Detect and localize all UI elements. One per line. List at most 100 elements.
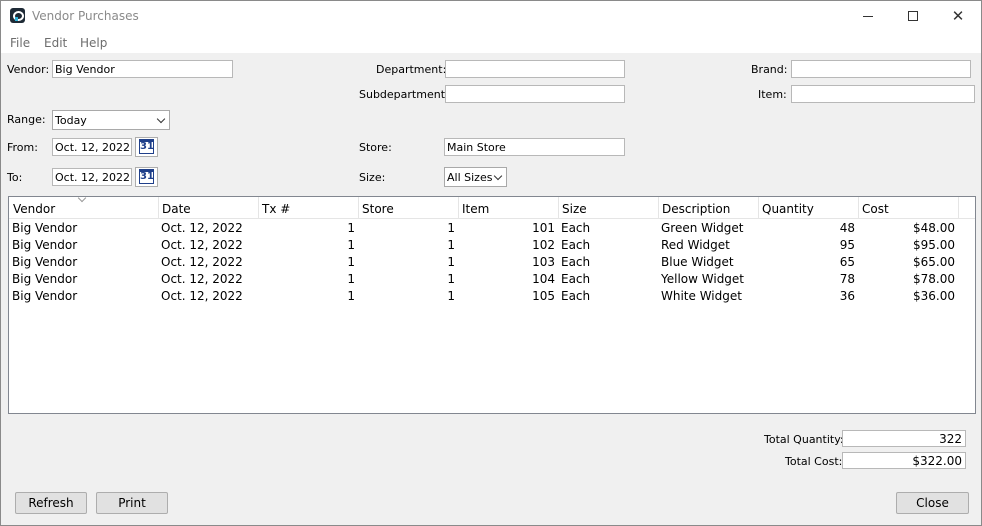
from-date-field[interactable]: Oct. 12, 2022 [52,138,132,156]
table-row[interactable]: Big Vendor Oct. 12, 2022 1 1 102 Each Re… [9,236,975,253]
sort-indicator-icon [77,193,87,203]
to-calendar-button[interactable]: 31 [135,167,158,187]
cell-tx: 1 [347,255,355,269]
cell-item: 101 [532,221,555,235]
column-header-tx[interactable]: Tx # [258,197,359,219]
window-title: Vendor Purchases [32,9,139,23]
cell-store: 1 [447,289,455,303]
menu-help[interactable]: Help [80,36,107,50]
cell-size: Each [561,221,591,235]
column-header-description[interactable]: Description [658,197,759,219]
close-window-button[interactable]: ✕ [935,1,981,31]
cell-store: 1 [447,255,455,269]
cell-size: Each [561,238,591,252]
cell-vendor: Big Vendor [12,221,78,235]
title-bar[interactable]: Vendor Purchases ✕ [1,1,981,31]
cell-description: White Widget [661,289,742,303]
size-label: Size: [359,171,386,184]
cell-quantity: 95 [839,238,855,252]
column-header-vendor[interactable]: Vendor [9,193,159,219]
cell-date: Oct. 12, 2022 [161,221,243,235]
total-quantity-field: 322 [842,430,966,447]
print-button[interactable]: Print [96,492,168,514]
from-calendar-button[interactable]: 31 [135,137,158,157]
table-header: Vendor Date Tx # Store Item Size Descrip… [9,193,975,219]
minimize-button[interactable] [845,1,891,31]
subdepartment-label: Subdepartment: [359,88,449,101]
department-label: Department: [376,63,447,76]
brand-label: Brand: [751,63,788,76]
calendar-icon: 31 [139,139,154,154]
menu-bar: File Edit Help [1,31,981,53]
app-logo-icon [10,8,25,23]
store-label: Store: [359,141,392,154]
cell-item: 103 [532,255,555,269]
range-select[interactable]: Today [52,110,170,130]
total-quantity-label: Total Quantity: [764,433,844,446]
range-label: Range: [7,113,46,126]
table-row[interactable]: Big Vendor Oct. 12, 2022 1 1 101 Each Gr… [9,219,975,236]
maximize-icon [908,11,918,21]
total-cost-field: $322.00 [842,452,966,469]
cell-cost: $48.00 [913,221,955,235]
column-header-cost[interactable]: Cost [858,197,959,219]
cell-date: Oct. 12, 2022 [161,272,243,286]
size-select[interactable]: All Sizes [444,167,507,187]
cell-item: 104 [532,272,555,286]
close-button[interactable]: Close [896,492,969,514]
cell-store: 1 [447,238,455,252]
item-label: Item: [758,88,787,101]
size-select-value: All Sizes [447,171,493,184]
cell-tx: 1 [347,238,355,252]
vendor-label: Vendor: [7,63,50,76]
cell-description: Red Widget [661,238,730,252]
column-header-label: Vendor [13,202,56,216]
department-field[interactable] [445,60,625,78]
column-header-item[interactable]: Item [458,197,559,219]
cell-vendor: Big Vendor [12,272,78,286]
column-header-store[interactable]: Store [358,197,459,219]
from-label: From: [7,141,38,154]
range-select-value: Today [55,114,87,127]
item-field[interactable] [791,85,975,103]
cell-store: 1 [447,272,455,286]
table-row[interactable]: Big Vendor Oct. 12, 2022 1 1 104 Each Ye… [9,270,975,287]
menu-file[interactable]: File [10,36,30,50]
cell-size: Each [561,272,591,286]
table-row[interactable]: Big Vendor Oct. 12, 2022 1 1 103 Each Bl… [9,253,975,270]
cell-date: Oct. 12, 2022 [161,255,243,269]
cell-tx: 1 [347,289,355,303]
minimize-icon [863,15,873,17]
cell-date: Oct. 12, 2022 [161,289,243,303]
cell-tx: 1 [347,272,355,286]
cell-vendor: Big Vendor [12,255,78,269]
cell-tx: 1 [347,221,355,235]
cell-quantity: 78 [839,272,855,286]
cell-description: Yellow Widget [661,272,745,286]
cell-description: Green Widget [661,221,744,235]
column-header-size[interactable]: Size [558,197,659,219]
vendor-field[interactable]: Big Vendor [52,60,233,78]
column-header-quantity[interactable]: Quantity [758,197,859,219]
refresh-button[interactable]: Refresh [15,492,87,514]
table-row[interactable]: Big Vendor Oct. 12, 2022 1 1 105 Each Wh… [9,287,975,304]
cell-quantity: 65 [839,255,855,269]
cell-vendor: Big Vendor [12,238,78,252]
cell-date: Oct. 12, 2022 [161,238,243,252]
cell-description: Blue Widget [661,255,734,269]
to-date-field[interactable]: Oct. 12, 2022 [52,168,132,186]
maximize-button[interactable] [890,1,936,31]
cell-cost: $78.00 [913,272,955,286]
close-icon: ✕ [951,7,965,25]
store-field[interactable]: Main Store [444,138,625,156]
chevron-down-icon [156,114,166,124]
purchases-table[interactable]: Vendor Date Tx # Store Item Size Descrip… [8,193,976,414]
total-cost-label: Total Cost: [785,455,843,468]
cell-quantity: 48 [839,221,855,235]
cell-size: Each [561,289,591,303]
cell-store: 1 [447,221,455,235]
subdepartment-field[interactable] [445,85,625,103]
column-header-date[interactable]: Date [158,197,259,219]
menu-edit[interactable]: Edit [44,36,67,50]
brand-field[interactable] [791,60,971,78]
